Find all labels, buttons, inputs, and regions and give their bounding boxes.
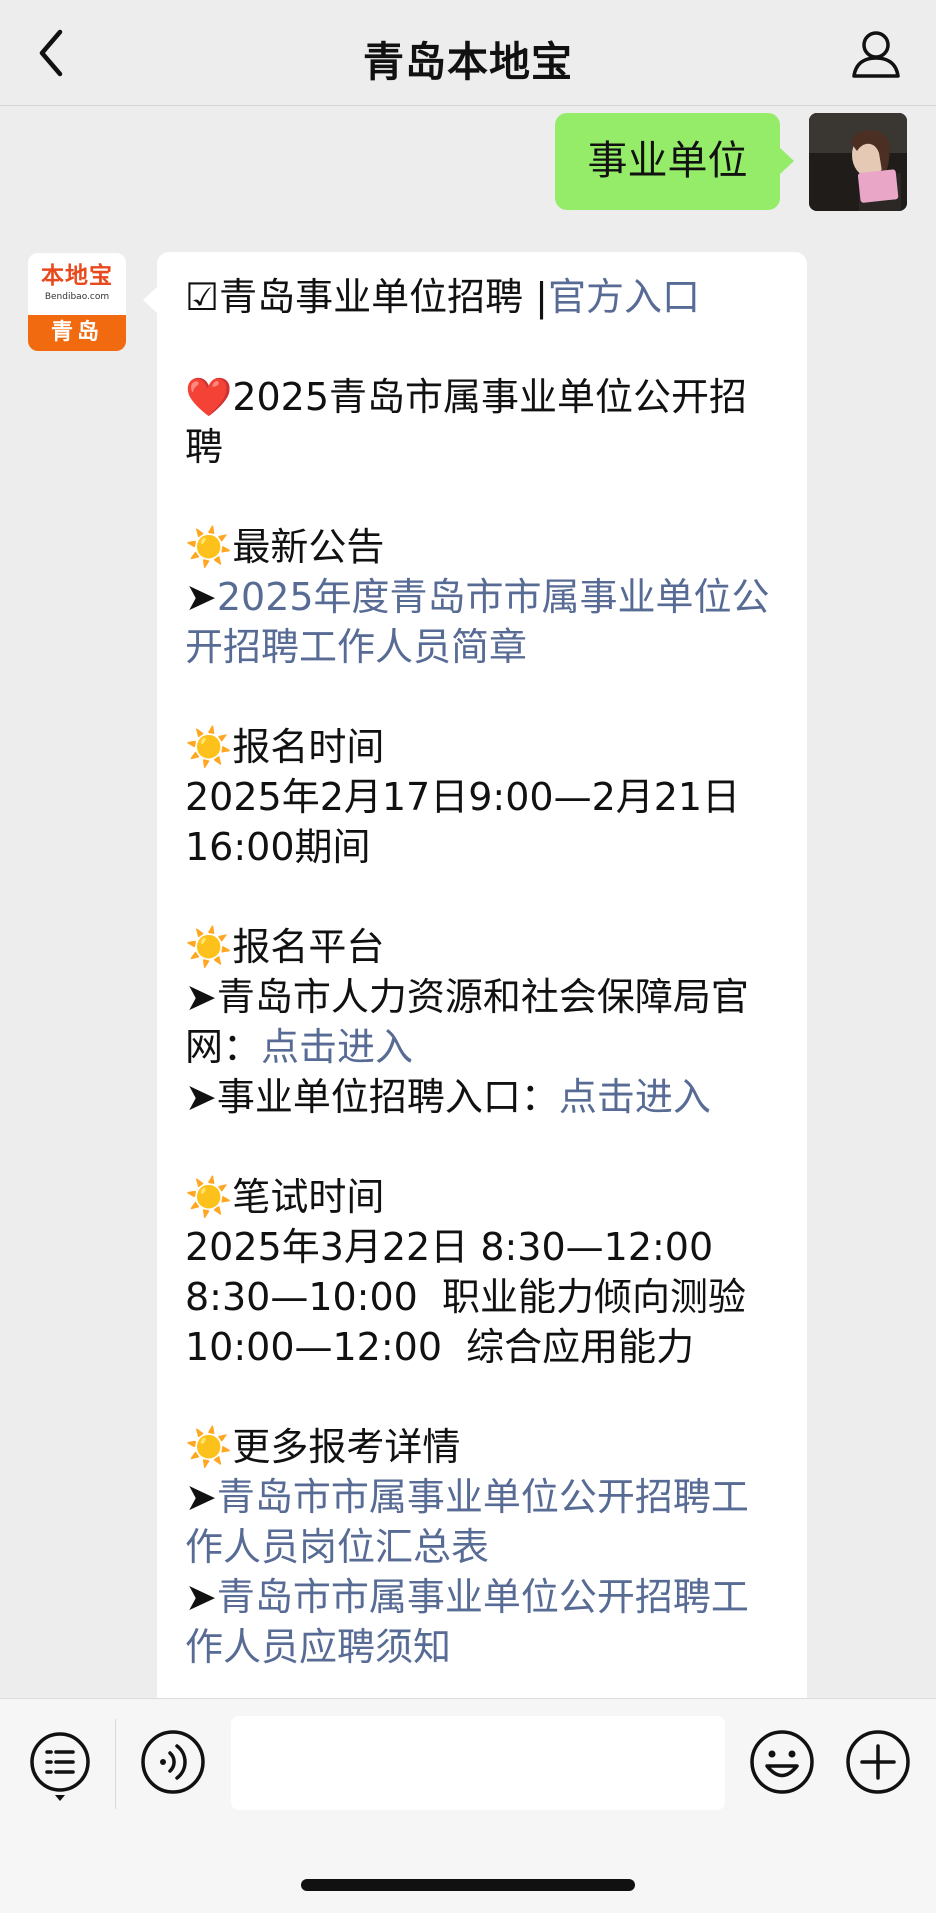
smile-icon	[750, 1730, 814, 1794]
section-heading-text: 笔试时间	[232, 1175, 385, 1219]
list-menu-icon	[30, 1732, 90, 1801]
menu-button[interactable]	[27, 1729, 93, 1801]
sun-icon: ☀️	[185, 925, 233, 969]
exam-time-line: 2025年3月22日 8:30—12:00	[185, 1225, 714, 1269]
headline: ❤️2025青岛市属事业单位公开招聘	[185, 372, 783, 472]
platform-item-recruitment: ➤事业单位招聘入口：点击进入	[185, 1072, 783, 1122]
section-heading-registration-platform: ☀️报名平台	[185, 922, 783, 972]
voice-button[interactable]	[140, 1729, 206, 1795]
arrow-icon: ➤	[185, 1075, 217, 1119]
recruitment-entry-link[interactable]: 点击进入	[559, 1075, 711, 1119]
voice-icon	[141, 1730, 205, 1794]
official-entry-link[interactable]: 官方入口	[548, 275, 700, 319]
section-heading-registration-time: ☀️报名时间	[185, 722, 783, 772]
bot-avatar[interactable]: 本地宝 Bendibao.com 青岛	[28, 253, 126, 351]
user-message-bubble[interactable]: 事业单位	[555, 113, 794, 210]
bot-logo-text: 本地宝	[41, 263, 113, 289]
sun-icon: ☀️	[185, 525, 233, 569]
section-heading-text: 最新公告	[232, 525, 385, 569]
arrow-icon: ➤	[185, 575, 217, 619]
sun-icon: ☀️	[185, 1175, 233, 1219]
message-title-text: ☑青岛事业单位招聘 |	[185, 275, 548, 319]
chat-header: 青岛本地宝	[0, 0, 936, 106]
profile-button[interactable]	[848, 26, 904, 82]
section-heading-text: 报名时间	[232, 725, 385, 769]
message-title-line: ☑青岛事业单位招聘 |官方入口	[185, 272, 783, 322]
home-indicator[interactable]	[301, 1879, 635, 1891]
sun-icon: ☀️	[185, 725, 233, 769]
page-title: 青岛本地宝	[363, 38, 573, 86]
arrow-icon: ➤	[185, 1575, 217, 1619]
headline-text: 2025青岛市属事业单位公开招聘	[185, 375, 748, 469]
application-notice-link[interactable]: 青岛市市属事业单位公开招聘工作人员应聘须知	[185, 1575, 749, 1669]
emoji-button[interactable]	[749, 1729, 815, 1795]
section-heading-text: 更多报考详情	[232, 1425, 461, 1469]
announcement-link[interactable]: 2025年度青岛市市属事业单位公开招聘工作人员简章	[185, 575, 770, 669]
person-icon	[852, 31, 900, 78]
message-input[interactable]	[231, 1716, 725, 1810]
platform-item-hrss: ➤青岛市人力资源和社会保障局官网：点击进入	[185, 972, 783, 1072]
announcement-item: ➤2025年度青岛市市属事业单位公开招聘工作人员简章	[185, 572, 783, 672]
heart-icon: ❤️	[185, 375, 233, 419]
bot-logo-subtext: Bendibao.com	[44, 292, 110, 302]
section-heading-exam-time: ☀️笔试时间	[185, 1172, 783, 1222]
platform-item-text: 事业单位招聘入口：	[216, 1075, 559, 1119]
section-heading-more-details: ☀️更多报考详情	[185, 1422, 783, 1472]
more-button[interactable]	[845, 1729, 911, 1795]
bot-logo: 本地宝 Bendibao.com	[28, 253, 126, 315]
details-item: ➤青岛市市属事业单位公开招聘工作人员应聘须知	[185, 1572, 783, 1672]
sun-icon: ☀️	[185, 1425, 233, 1469]
section-heading-text: 报名平台	[232, 925, 385, 969]
arrow-icon: ➤	[185, 1475, 217, 1519]
hrss-website-link[interactable]: 点击进入	[261, 1025, 413, 1069]
exam-time-line: 8:30—10:00 职业能力倾向测验	[185, 1275, 747, 1319]
exam-time-line: 10:00—12:00 综合应用能力	[185, 1325, 695, 1369]
bot-city-label: 青岛	[28, 315, 126, 351]
user-avatar[interactable]	[809, 113, 907, 211]
plus-icon	[846, 1730, 910, 1794]
arrow-icon: ➤	[185, 975, 217, 1019]
bot-message-bubble: ☑青岛事业单位招聘 |官方入口 ❤️2025青岛市属事业单位公开招聘 ☀️最新公…	[143, 252, 807, 1712]
registration-time-text: 2025年2月17日9:00—2月21日16:00期间	[185, 775, 741, 869]
input-divider	[115, 1719, 116, 1809]
user-avatar-photo	[809, 113, 907, 211]
position-summary-link[interactable]: 青岛市市属事业单位公开招聘工作人员岗位汇总表	[185, 1475, 749, 1569]
section-heading-announcement: ☀️最新公告	[185, 522, 783, 572]
details-item: ➤青岛市市属事业单位公开招聘工作人员岗位汇总表	[185, 1472, 783, 1572]
